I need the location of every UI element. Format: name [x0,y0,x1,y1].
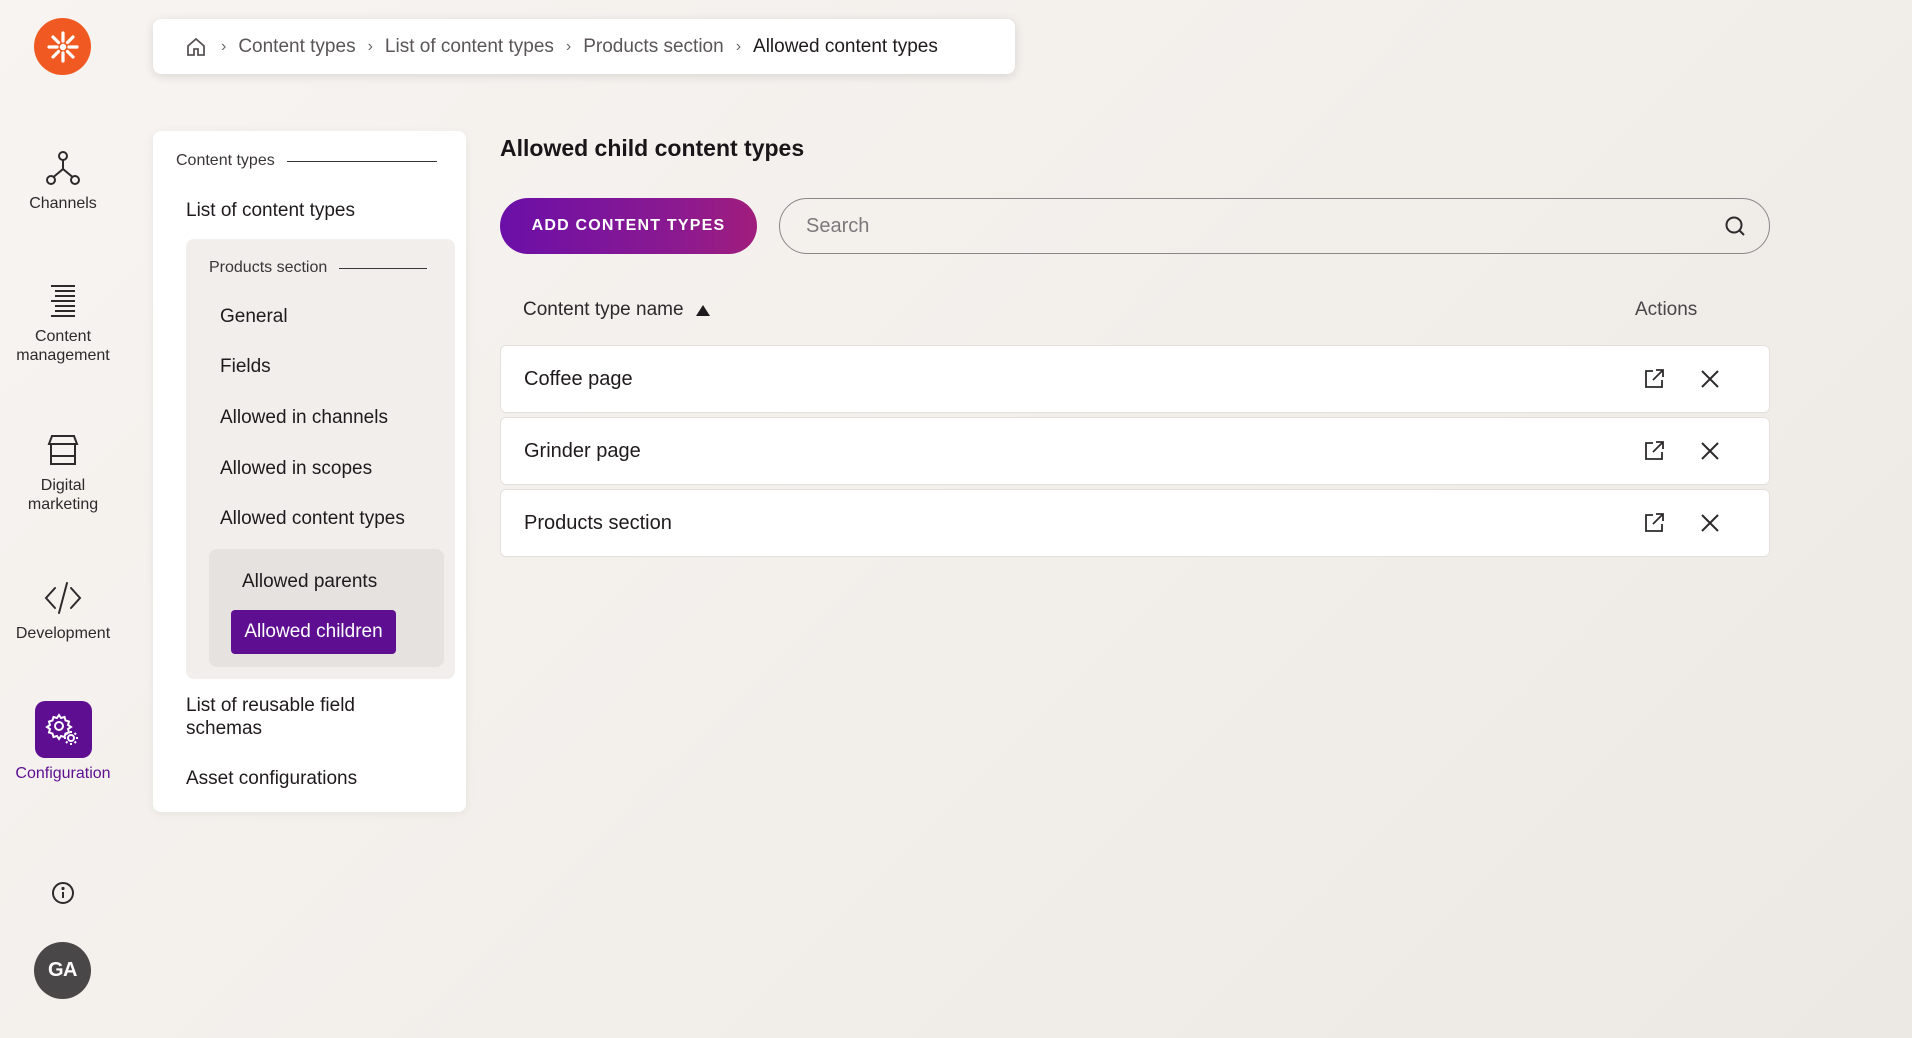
add-content-types-button[interactable]: ADD CONTENT TYPES [500,198,757,254]
nav-item-allowed-in-channels[interactable]: Allowed in channels [220,406,388,429]
remove-icon[interactable] [1694,507,1726,539]
breadcrumb: › Content types › List of content types … [153,19,1015,74]
breadcrumb-allowed-content-types: Allowed content types [753,35,938,57]
nav-group-title: Content types [176,152,437,170]
rail-label-development: Development [15,625,111,642]
nav-subsub-allowed-content-types: Allowed parents Allowed children [209,549,444,667]
rail-item-channels[interactable]: Channels [0,148,126,213]
nav-list-of-reusable-field-schemas[interactable]: List of reusable field schemas [186,694,355,740]
search-icon[interactable] [1723,214,1747,238]
channels-icon [43,148,83,188]
table-row[interactable]: Products section [500,489,1770,557]
remove-icon[interactable] [1694,363,1726,395]
info-icon[interactable] [50,880,76,906]
rail-label-content-management: Content management [16,328,110,364]
open-in-new-icon[interactable] [1638,363,1670,395]
rail-label-configuration: Configuration [15,765,111,782]
rail-item-configuration[interactable]: Configuration [0,701,126,783]
sort-ascending-icon [695,304,710,316]
rail-item-content-management[interactable]: Content management [0,281,126,365]
table-row[interactable]: Coffee page [500,345,1770,413]
kentico-logo-icon[interactable] [34,18,91,75]
column-header-content-type-name[interactable]: Content type name [523,299,710,321]
nav-list-of-content-types[interactable]: List of content types [186,199,355,222]
breadcrumb-separator: › [221,37,227,55]
breadcrumb-list-of-content-types[interactable]: List of content types [385,36,554,58]
column-header-actions: Actions [1635,299,1698,320]
open-in-new-icon[interactable] [1638,507,1670,539]
breadcrumb-separator: › [367,37,373,55]
rail-item-digital-marketing[interactable]: Digital marketing [0,430,126,514]
remove-icon[interactable] [1694,435,1726,467]
nav-asset-configurations[interactable]: Asset configurations [186,767,357,790]
breadcrumb-separator: › [735,37,742,55]
nav-item-general[interactable]: General [220,305,288,328]
page-title: Allowed child content types [500,135,805,161]
rail-item-development[interactable]: Development [0,578,126,643]
nav-item-allowed-children[interactable]: Allowed children [231,610,396,654]
digital-marketing-icon [43,430,83,470]
development-icon [43,578,83,618]
secondary-navigation: Content types List of content types Prod… [153,131,466,812]
main-navigation-rail: Channels Content management Digital mark… [0,0,126,1038]
row-name: Products section [524,511,672,534]
row-name: Coffee page [524,367,633,390]
nav-item-allowed-content-types[interactable]: Allowed content types [220,507,405,530]
content-management-icon [43,281,83,321]
breadcrumb-products-section[interactable]: Products section [583,36,723,58]
table-row[interactable]: Grinder page [500,417,1770,485]
search-input[interactable] [806,214,1723,238]
rail-label-digital-marketing: Digital marketing [27,477,99,513]
home-icon[interactable] [185,36,207,58]
rail-label-channels: Channels [29,195,97,212]
open-in-new-icon[interactable] [1638,435,1670,467]
nav-item-allowed-in-scopes[interactable]: Allowed in scopes [220,457,372,480]
nav-item-fields[interactable]: Fields [220,355,271,378]
search-field [779,198,1770,254]
breadcrumb-content-types[interactable]: Content types [238,36,355,58]
configuration-icon [34,701,92,758]
breadcrumb-separator: › [565,37,572,55]
nav-subgroup-title: Products section [209,259,428,277]
nav-subgroup-products-section: Products section General Fields Allowed … [186,239,455,679]
row-name: Grinder page [524,439,641,462]
user-avatar[interactable]: GA [34,942,91,999]
nav-item-allowed-parents[interactable]: Allowed parents [242,570,377,593]
